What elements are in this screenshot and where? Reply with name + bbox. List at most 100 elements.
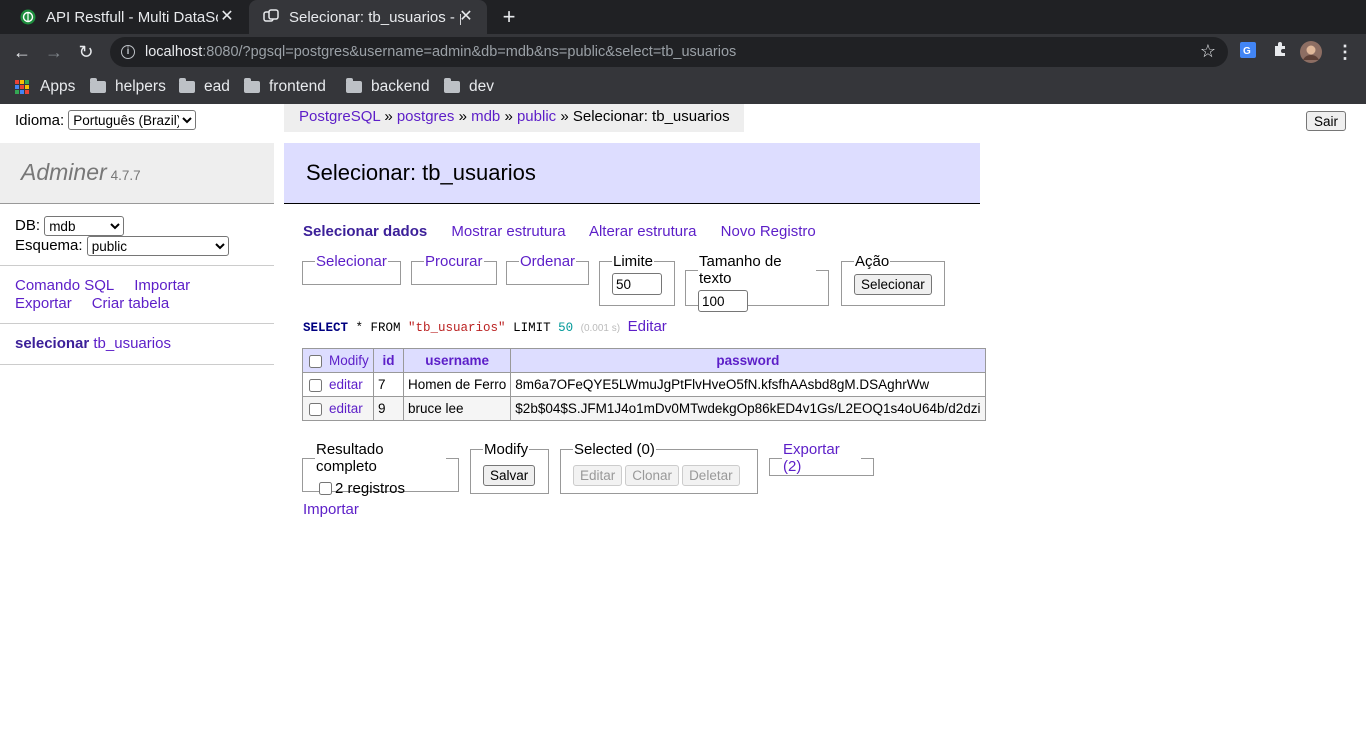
sql-command-link[interactable]: Comando SQL [15,277,114,294]
divider [0,323,274,324]
sort-password-link[interactable]: password [716,353,779,368]
sort-id-link[interactable]: id [383,353,395,368]
logout-button[interactable]: Sair [1306,111,1346,131]
new-tab-icon[interactable]: + [497,5,521,29]
schema-select[interactable]: public [86,236,229,257]
alter-structure-link[interactable]: Alterar estrutura [589,223,697,240]
cell-password[interactable]: $2b$04$S.JFM1J4o1mDv0MTwdekgOp86kED4v1Gs… [510,396,986,421]
db-select[interactable]: mdb [44,216,125,237]
modify-column-header: Modify [302,348,374,373]
row-checkbox[interactable] [309,402,322,416]
new-record-link[interactable]: Novo Registro [721,223,816,240]
cell-id[interactable]: 9 [373,396,404,421]
edit-query-link[interactable]: Editar [628,318,667,335]
back-arrow-icon[interactable]: ← [11,41,33,63]
column-header-password[interactable]: password [510,348,986,373]
bookmark-ead[interactable]: ead [179,70,230,103]
delete-selected-button[interactable]: Deletar [682,465,740,486]
bookmark-label: Apps [40,77,76,95]
export-link[interactable]: Exportar [15,295,72,312]
browser-toolbar: ← → ↻ i localhost:8080/?pgsql=postgres&u… [0,34,1366,69]
breadcrumb-driver[interactable]: PostgreSQL [299,108,380,125]
tab-selecionar[interactable]: Selecionar: tb_usuarios - postgres ✕ [249,0,487,34]
sql-query: SELECT * FROM "tb_usuarios" LIMIT 50 (0.… [303,318,667,335]
modify-fieldset: Modify Salvar [470,441,549,494]
export-toggle[interactable]: Exportar (2) [783,441,840,475]
import-data-link[interactable]: Importar [303,501,359,518]
translate-icon[interactable]: G [1237,41,1259,63]
breadcrumb-db[interactable]: mdb [471,108,500,125]
import-link[interactable]: Importar [134,277,190,294]
breadcrumb-current: Selecionar: tb_usuarios [572,108,730,125]
sidebar: Adminer 4.7.7 DB: mdb Esquema: public Com… [0,143,274,365]
schema-label: Esquema: [15,237,83,255]
address-bar[interactable]: i localhost:8080/?pgsql=postgres&usernam… [110,37,1228,67]
record-count: 2 registros [335,480,406,497]
adminer-favicon-icon [263,9,279,22]
search-fieldset: Procurar [411,253,497,285]
select-data-link[interactable]: Selecionar dados [303,223,427,240]
breadcrumb-schema[interactable]: public [517,108,556,125]
select-table-link[interactable]: selecionar [15,335,89,352]
select-columns-toggle[interactable]: Selecionar [316,253,387,270]
bookmark-apps[interactable]: Apps [15,70,75,103]
svg-text:G: G [1243,46,1251,57]
divider [0,364,274,365]
edit-row-link[interactable]: editar [329,377,363,392]
clone-selected-button[interactable]: Clonar [625,465,680,486]
bookmark-backend[interactable]: backend [346,70,430,103]
sort-username-link[interactable]: username [425,353,489,368]
edit-selected-button[interactable]: Editar [573,465,623,486]
all-records-checkbox[interactable] [319,482,332,495]
close-tab-icon[interactable]: ✕ [218,8,236,26]
profile-avatar-icon[interactable] [1300,41,1322,63]
table-list-item: selecionar tb_usuarios [15,335,171,352]
tab-api-restfull[interactable]: API Restfull - Multi DataSource ✕ [6,0,248,34]
full-result-fieldset: Resultado completo 2 registros [302,441,459,497]
query-time: (0.001 s) [580,323,621,334]
save-button[interactable]: Salvar [483,465,536,486]
select-all-checkbox[interactable] [309,354,322,368]
all-records-option[interactable]: 2 registros [319,480,446,497]
forward-arrow-icon[interactable]: → [43,41,65,63]
text-length-input[interactable] [698,290,748,312]
language-select[interactable]: Português (Brazil) [68,110,197,130]
tab-strip: API Restfull - Multi DataSource ✕ Seleci… [0,0,1366,34]
adminer-home-link[interactable]: Adminer [21,159,107,185]
selected-label: Selected (0) [574,441,655,458]
show-structure-link[interactable]: Mostrar estrutura [451,223,565,240]
bookmark-dev[interactable]: dev [444,70,494,103]
breadcrumb-server[interactable]: postgres [397,108,455,125]
select-submit-button[interactable]: Selecionar [854,274,932,295]
menu-kebab-icon[interactable]: ⋮ [1334,41,1356,63]
bookmark-star-icon[interactable]: ☆ [1200,41,1216,62]
breadcrumb-sep: » [458,108,467,125]
folder-icon [90,77,106,93]
cell-password[interactable]: 8m6a7OFeQYE5LWmuJgPtFlvHveO5fN.kfsfhAAsb… [510,372,986,397]
bookmark-helpers[interactable]: helpers [90,70,166,103]
cell-username[interactable]: Homen de Ferro [402,372,512,397]
cell-id[interactable]: 7 [373,372,404,397]
reload-icon[interactable]: ↻ [75,41,97,63]
limit-input[interactable] [612,273,662,295]
action-label: Ação [855,253,890,270]
adminer-logo: Adminer 4.7.7 [0,143,274,204]
breadcrumb: PostgreSQL » postgres » mdb » public » S… [284,104,744,132]
cell-username[interactable]: bruce lee [402,396,512,421]
text-length-label: Tamanho de texto [699,253,782,287]
column-header-id[interactable]: id [373,348,404,373]
bookmark-frontend[interactable]: frontend [244,70,326,103]
modify-link[interactable]: Modify [329,353,369,368]
table-structure-link[interactable]: tb_usuarios [93,335,171,352]
order-toggle[interactable]: Ordenar [520,253,575,270]
extensions-puzzle-icon[interactable] [1269,41,1291,63]
url-text[interactable]: localhost:8080/?pgsql=postgres&username=… [145,44,736,60]
close-tab-icon[interactable]: ✕ [457,8,475,26]
export-fieldset: Exportar (2) [769,441,874,476]
edit-row-link[interactable]: editar [329,401,363,416]
row-checkbox[interactable] [309,378,322,392]
create-table-link[interactable]: Criar tabela [92,295,170,312]
site-info-icon[interactable]: i [121,45,135,59]
search-toggle[interactable]: Procurar [425,253,483,270]
column-header-username[interactable]: username [402,348,512,373]
